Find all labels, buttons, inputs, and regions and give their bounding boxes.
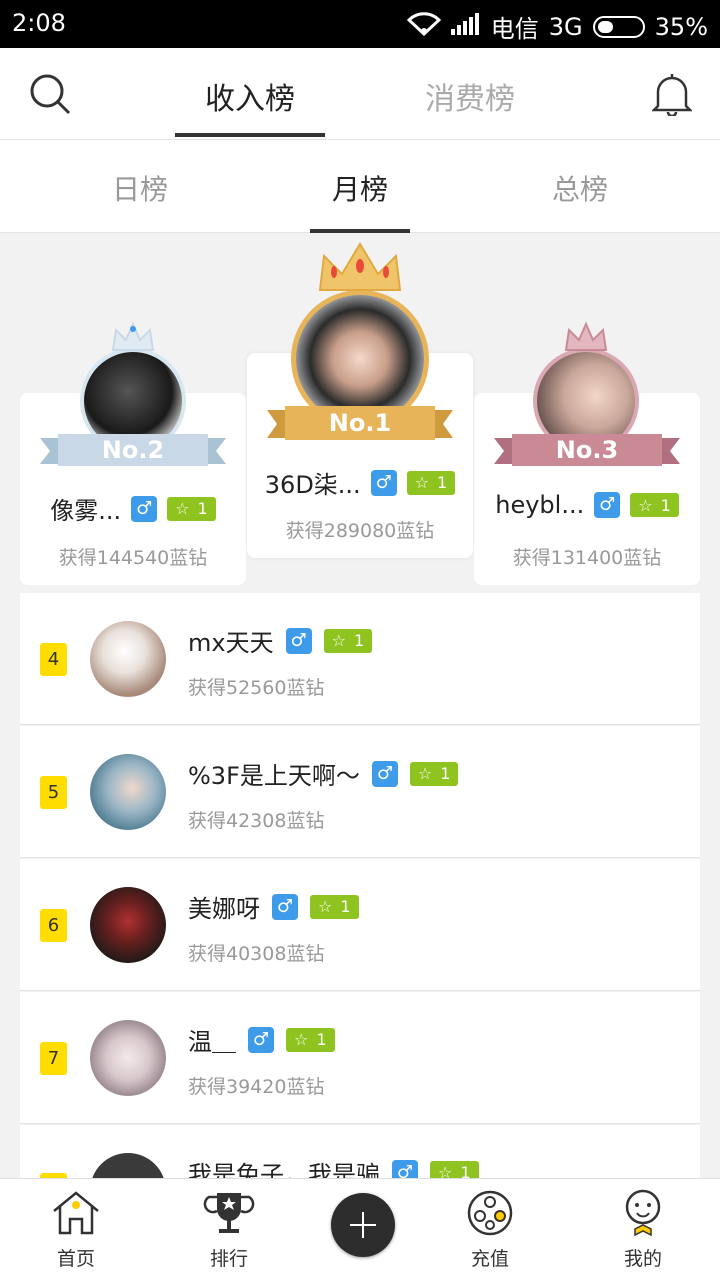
- user-icon: [617, 1189, 669, 1242]
- nav-label: 我的: [623, 1248, 662, 1270]
- podium-earned: 获得131400蓝钻: [512, 547, 662, 569]
- level-value: 1: [197, 499, 208, 518]
- male-icon: ♂: [131, 495, 158, 522]
- level-badge: ☆ 1: [310, 894, 359, 919]
- podium-name: 36D柒...: [264, 471, 361, 499]
- rank-badge: 6: [40, 909, 67, 942]
- list-item[interactable]: 6 美娜呀 ♂ ☆ 1 获得40308蓝钻: [20, 859, 700, 991]
- user-name: %3F是上天啊～: [188, 762, 360, 790]
- tab-income[interactable]: 收入榜: [175, 74, 325, 118]
- level-badge: ☆ 1: [630, 493, 679, 517]
- earned-text: 获得39420蓝钻: [188, 1076, 325, 1098]
- nav-mine[interactable]: 我的: [593, 1189, 693, 1271]
- status-battery: 35%: [654, 12, 708, 41]
- tab-total[interactable]: 总榜: [520, 168, 640, 208]
- user-name: 美娜呀: [188, 895, 260, 923]
- star-icon: ☆: [318, 897, 333, 916]
- star-icon: ☆: [417, 764, 433, 783]
- status-bar: 2:08 电信 3G 35%: [0, 0, 720, 48]
- nav-label: 首页: [56, 1248, 95, 1270]
- home-icon: [50, 1191, 102, 1242]
- rank-badge: 5: [40, 776, 67, 809]
- rank-badge: 4: [40, 643, 67, 676]
- status-time: 2:08: [12, 9, 66, 37]
- wifi-icon: [406, 11, 441, 42]
- male-icon: ♂: [248, 1026, 274, 1053]
- male-icon: ♂: [594, 492, 621, 518]
- active-tab-indicator: [175, 133, 325, 137]
- list-item[interactable]: 4 mx天天 ♂ ☆ 1 获得52560蓝钻: [20, 593, 700, 725]
- star-icon: ☆: [638, 495, 653, 515]
- top-tab-bar: 收入榜 消费榜: [0, 48, 720, 140]
- crown-icon: [563, 320, 609, 358]
- avatar: [90, 621, 166, 697]
- nav-rank[interactable]: 排行: [179, 1189, 279, 1271]
- bell-icon[interactable]: [650, 72, 694, 120]
- star-icon: ☆: [414, 473, 430, 492]
- rank-label: No.3: [555, 436, 619, 464]
- sub-tab-bar: 日榜 月榜 总榜: [0, 140, 720, 233]
- level-badge: ☆ 1: [167, 496, 216, 521]
- earned-text: 获得40308蓝钻: [188, 943, 325, 965]
- search-icon[interactable]: [28, 72, 72, 120]
- battery-fill: [597, 20, 613, 33]
- user-name: mx天天: [188, 629, 274, 657]
- star-icon: ☆: [294, 1030, 309, 1049]
- nav-label: 充值: [470, 1248, 509, 1270]
- level-badge: ☆ 1: [286, 1027, 335, 1052]
- status-carrier: 电信: [490, 15, 539, 43]
- tab-spending[interactable]: 消费榜: [395, 74, 545, 118]
- avatar: [90, 887, 166, 963]
- level-badge: ☆ 1: [323, 628, 373, 653]
- rank-ribbon-1: No.1: [267, 404, 453, 442]
- user-name: 温＿: [188, 1028, 236, 1056]
- avatar: [90, 754, 166, 830]
- nav-home[interactable]: 首页: [26, 1189, 126, 1271]
- add-button[interactable]: [331, 1193, 395, 1257]
- star-icon: ☆: [175, 499, 190, 518]
- rank-badge: 7: [40, 1042, 67, 1075]
- battery-icon: [592, 15, 645, 38]
- male-icon: ♂: [371, 760, 398, 787]
- avatar: [90, 1020, 166, 1096]
- podium-name: heybl...: [495, 491, 585, 519]
- rank-label: No.2: [101, 436, 165, 464]
- list-item[interactable]: 8 我是兔子，我是骗 ♂ ☆1: [20, 1125, 700, 1185]
- level-value: 1: [340, 897, 351, 916]
- crown-icon: [110, 320, 156, 358]
- rank-ribbon-3: No.3: [494, 432, 680, 468]
- tab-month[interactable]: 月榜: [300, 168, 420, 208]
- earned-text: 获得42308蓝钻: [188, 810, 325, 832]
- male-icon: ♂: [370, 469, 397, 496]
- podium-earned: 获得289080蓝钻: [285, 520, 435, 542]
- crown-icon: [316, 242, 404, 298]
- male-icon: ♂: [285, 627, 312, 654]
- signal-icon: [450, 12, 481, 41]
- trophy-icon: [203, 1193, 255, 1242]
- nav-recharge[interactable]: 充值: [440, 1189, 540, 1271]
- level-value: 1: [353, 631, 365, 650]
- podium-earned: 获得144540蓝钻: [58, 547, 208, 569]
- star-icon: ☆: [331, 631, 346, 650]
- status-network: 3G: [548, 12, 583, 41]
- level-value: 1: [440, 764, 451, 783]
- plus-icon: [350, 1212, 376, 1238]
- male-icon: ♂: [272, 893, 298, 920]
- level-value: 1: [437, 473, 448, 492]
- level-value: 1: [660, 495, 671, 515]
- active-subtab-indicator: [310, 229, 410, 233]
- level-value: 1: [316, 1030, 327, 1049]
- rank-label: No.1: [328, 409, 392, 437]
- rank-ribbon-2: No.2: [40, 432, 226, 468]
- podium-name: 像雾...: [50, 497, 122, 525]
- film-reel-icon: [464, 1190, 516, 1242]
- tab-day[interactable]: 日榜: [80, 168, 200, 208]
- bottom-nav: 首页 排行 充值 我的: [0, 1178, 720, 1280]
- earned-text: 获得52560蓝钻: [188, 677, 325, 699]
- nav-label: 排行: [209, 1248, 248, 1270]
- level-badge: ☆ 1: [406, 470, 456, 495]
- level-badge: ☆ 1: [409, 761, 459, 786]
- list-item[interactable]: 5 %3F是上天啊～ ♂ ☆ 1 获得42308蓝钻: [20, 726, 700, 858]
- list-item[interactable]: 7 温＿ ♂ ☆ 1 获得39420蓝钻: [20, 992, 700, 1124]
